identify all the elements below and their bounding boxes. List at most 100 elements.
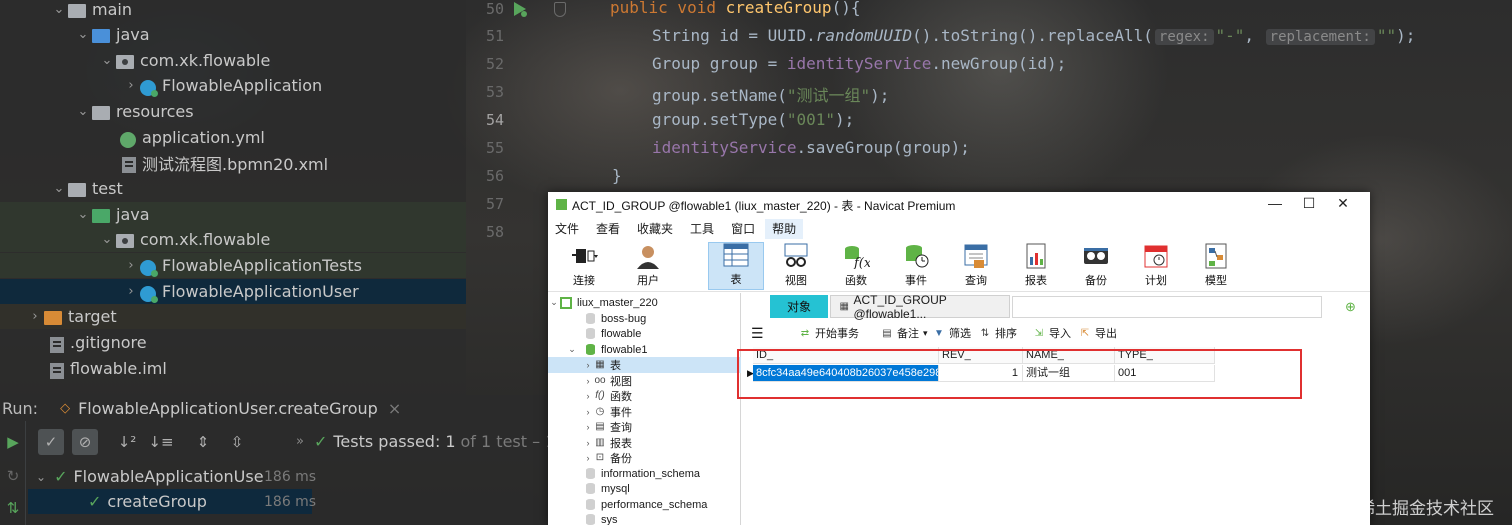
nav-object-reports[interactable]: › ▥ 报表 [548,435,741,451]
nav-db-flowable1[interactable]: ⌄ flowable1 [548,342,741,358]
filter-button[interactable]: ▼ 筛选 [933,325,971,341]
tree-item-test-package[interactable]: ⌄ com.xk.flowable [0,227,466,252]
run-test-icon[interactable] [510,0,530,20]
tool-model[interactable]: 模型 [1188,242,1244,290]
tree-item-gitignore[interactable]: .gitignore [0,330,466,355]
tool-connection[interactable]: 连接 [556,242,612,290]
chevron-right-icon[interactable]: › [26,309,44,324]
chevron-down-icon[interactable]: ⌄ [566,344,578,355]
chevron-down-icon[interactable]: ⌄ [74,207,92,222]
note-button[interactable]: ▤ 备注 ▾ [881,325,927,341]
chevron-right-icon[interactable]: › [582,376,594,386]
window-title: ACT_ID_GROUP @flowable1 (liux_master_220… [572,198,956,213]
begin-transaction-button[interactable]: ⇄ 开始事务 [799,325,859,341]
chevron-down-icon[interactable]: ⌄ [50,2,68,17]
import-button[interactable]: ⇲ 导入 [1033,325,1071,341]
nav-object-views[interactable]: › oo 视图 [548,373,741,389]
sort-duration-icon[interactable]: ↓≡ [148,429,174,455]
toggle-auto-test-icon[interactable]: ⇅ [0,495,26,521]
tree-item-flowable-application-tests[interactable]: › FlowableApplicationTests [0,253,466,278]
tool-function[interactable]: f(x) 函数 [828,242,884,290]
tool-backup[interactable]: 备份 [1068,242,1124,290]
tree-item-main[interactable]: ⌄ main [0,0,466,22]
nav-object-events[interactable]: › ◷ 事件 [548,404,741,420]
chevron-right-icon[interactable]: › [122,284,140,299]
collapse-all-icon[interactable]: ⇳ [224,429,250,455]
chevron-right-icon[interactable]: › [582,360,594,370]
rerun-icon[interactable]: ▶ [0,429,26,455]
tool-view[interactable]: 视图 [768,242,824,290]
export-button[interactable]: ⇱ 导出 [1079,325,1117,341]
nav-object-queries[interactable]: › ▤ 查询 [548,419,741,435]
nav-connection[interactable]: ⌄ liux_master_220 [548,295,741,311]
tool-event[interactable]: 事件 [888,242,944,290]
nav-object-tables[interactable]: › ▦ 表 [548,357,741,373]
more-icon[interactable]: » [296,434,304,449]
rerun-failed-icon[interactable]: ↻ [0,463,26,489]
expand-all-icon[interactable]: ⇕ [190,429,216,455]
show-ignored-icon[interactable]: ⊘ [72,429,98,455]
excluded-folder-icon [44,310,62,325]
chevron-down-icon[interactable]: ⌄ [74,27,92,42]
chevron-right-icon[interactable]: › [582,438,594,448]
tree-item-flowable-application-user[interactable]: › FlowableApplicationUser [0,279,466,304]
tree-item-bpmn-xml[interactable]: 测试流程图.bpmn20.xml [0,150,466,175]
tree-item-application-yml[interactable]: application.yml [0,125,466,150]
tool-report[interactable]: 报表 [1008,242,1064,290]
tree-item-flowable-application[interactable]: › FlowableApplication [0,73,466,98]
nav-db-boss-bug[interactable]: boss-bug [548,311,741,327]
chevron-right-icon[interactable]: › [582,391,594,401]
tree-item-target[interactable]: › target [0,304,466,329]
tool-query[interactable]: 查询 [948,242,1004,290]
chevron-down-icon[interactable]: ⌄ [74,104,92,119]
chevron-right-icon[interactable]: › [582,453,594,463]
chevron-right-icon[interactable]: › [582,422,594,432]
menu-file[interactable]: 文件 [548,219,586,239]
tab-table[interactable]: ▦ ACT_ID_GROUP @flowable1... [830,293,1010,321]
nav-db-performance-schema[interactable]: performance_schema [548,497,741,513]
tree-item-test[interactable]: ⌄ test [0,176,466,201]
chevron-right-icon[interactable]: › [582,407,594,417]
chevron-down-icon[interactable]: ⌄ [548,297,560,308]
nav-db-sys[interactable]: sys [548,512,741,525]
minimize-button[interactable]: — [1260,195,1290,215]
chevron-down-icon[interactable]: ⌄ [50,181,68,196]
close-button[interactable]: ✕ [1328,195,1358,215]
tool-table[interactable]: 表 [708,242,764,290]
tree-item-resources[interactable]: ⌄ resources [0,99,466,124]
nav-db-information-schema[interactable]: information_schema [548,466,741,482]
nav-object-backups[interactable]: › ⊡ 备份 [548,450,741,466]
menu-favorites[interactable]: 收藏夹 [630,219,680,239]
menu-window[interactable]: 窗口 [724,219,762,239]
tree-item-java[interactable]: ⌄ java [0,22,466,47]
chevron-down-icon[interactable]: ⌄ [98,232,116,247]
show-passed-icon[interactable]: ✓ [38,429,64,455]
menu-tools[interactable]: 工具 [683,219,721,239]
sort-button[interactable]: ⇅ 排序 [979,325,1017,341]
run-config-tab[interactable]: FlowableApplicationUser.createGroup [78,399,378,418]
chevron-right-icon[interactable]: › [122,258,140,273]
test-tree-item[interactable]: ✓ createGroup 186 ms [28,489,316,514]
chevron-down-icon[interactable]: ⌄ [36,470,46,484]
chevron-down-icon[interactable]: ⌄ [98,53,116,68]
test-tree-root[interactable]: ⌄ ✓ FlowableApplicationUse 186 ms [36,464,316,489]
nav-object-functions[interactable]: › f() 函数 [548,388,741,404]
tree-item-label: application.yml [142,128,265,147]
nav-db-mysql[interactable]: mysql [548,481,741,497]
button-label: 备注 [897,328,919,340]
tool-schedule[interactable]: 计划 [1128,242,1184,290]
chevron-right-icon[interactable]: › [122,78,140,93]
add-connection-icon[interactable]: ⊕ [1345,299,1356,315]
menu-view[interactable]: 查看 [589,219,627,239]
tree-item-package[interactable]: ⌄ com.xk.flowable [0,48,466,73]
tree-item-test-java[interactable]: ⌄ java [0,202,466,227]
tab-objects[interactable]: 对象 [770,295,828,318]
tree-item-iml[interactable]: flowable.iml [0,356,466,381]
close-icon[interactable]: × [388,399,401,418]
tool-user[interactable]: 用户 [620,242,676,290]
hamburger-menu-icon[interactable]: ☰ [751,325,764,342]
menu-help[interactable]: 帮助 [765,219,804,239]
sort-alpha-icon[interactable]: ↓² [114,429,140,455]
nav-db-flowable[interactable]: flowable [548,326,741,342]
maximize-button[interactable]: ☐ [1294,195,1324,215]
